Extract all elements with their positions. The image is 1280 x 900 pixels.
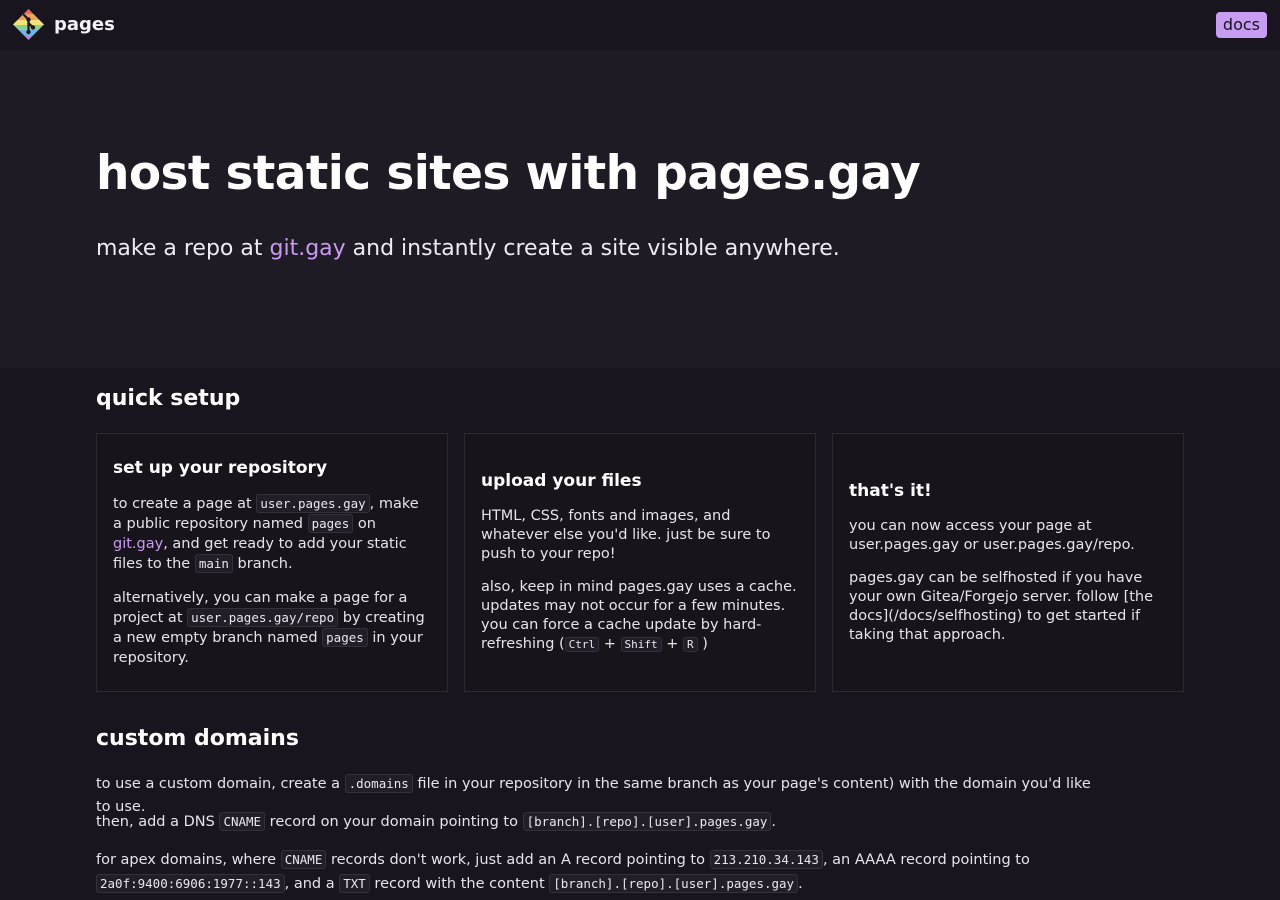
code-snippet: .domains xyxy=(344,774,413,793)
text: record on your domain pointing to xyxy=(265,814,523,830)
text: , and a xyxy=(284,876,340,892)
hero-subtitle-text-end: and instantly create a site visible anyw… xyxy=(345,236,840,261)
card-paragraph: pages.gay can be selfhosted if you have … xyxy=(849,569,1154,643)
code-snippet: CNAME xyxy=(219,812,266,831)
code-snippet: user.pages.gay/repo xyxy=(187,607,339,627)
quick-setup-heading: quick setup xyxy=(96,386,241,411)
code-snippet: user.pages.gay xyxy=(256,493,370,513)
domains-paragraph: then, add a DNS CNAME record on your dom… xyxy=(96,810,1096,834)
code-snippet: 2a0f:9400:6906:1977::143 xyxy=(96,874,285,893)
card-title: upload your files xyxy=(481,471,642,491)
pages-logo-icon xyxy=(12,8,45,41)
keyboard-key: Ctrl xyxy=(564,637,600,652)
code-snippet: [branch].[repo].[user].pages.gay xyxy=(549,874,799,893)
domains-paragraph: for apex domains, where CNAME records do… xyxy=(96,848,1096,896)
card-paragraph: also, keep in mind pages.gay uses a cach… xyxy=(481,578,799,654)
git-gay-link[interactable]: git.gay xyxy=(270,236,346,261)
text: then, add a DNS xyxy=(96,814,220,830)
card-paragraph: to create a page at user.pages.gay, make… xyxy=(113,493,431,574)
text: record with the content xyxy=(369,876,550,892)
hero-title: host static sites with pages.gay xyxy=(96,146,921,201)
top-navbar: pages docs xyxy=(0,0,1280,50)
brand-name: pages xyxy=(54,14,115,35)
hero-subtitle: make a repo at git.gay and instantly cre… xyxy=(96,236,840,261)
setup-repository-card: set up your repository to create a page … xyxy=(96,433,448,692)
text: for apex domains, where xyxy=(96,852,281,868)
upload-files-card: upload your files HTML, CSS, fonts and i… xyxy=(464,433,816,692)
code-snippet: CNAME xyxy=(280,850,327,869)
text: . xyxy=(771,814,777,830)
main-content: quick setup set up your repository to cr… xyxy=(0,368,1280,900)
code-snippet: [branch].[repo].[user].pages.gay xyxy=(522,812,772,831)
text: on xyxy=(353,515,376,532)
text: to create a page at xyxy=(113,495,257,512)
text: + xyxy=(661,636,684,652)
code-snippet: pages xyxy=(322,627,368,647)
text: + xyxy=(599,636,621,652)
text: branch. xyxy=(232,555,293,572)
text: ) xyxy=(697,636,708,652)
code-snippet: 213.210.34.143 xyxy=(709,850,823,869)
card-paragraph: you can now access your page at user.pag… xyxy=(849,517,1135,553)
text: , an AAAA record pointing to xyxy=(822,852,1030,868)
hero-section: host static sites with pages.gay make a … xyxy=(0,50,1280,368)
brand-home-link[interactable]: pages xyxy=(12,8,115,41)
docs-button[interactable]: docs xyxy=(1215,12,1267,38)
code-snippet: main xyxy=(194,553,233,573)
text: to use a custom domain, create a xyxy=(96,776,345,792)
thats-it-card: that's it! you can now access your page … xyxy=(832,433,1184,692)
card-paragraph: alternatively, you can make a page for a… xyxy=(113,588,431,668)
custom-domains-heading: custom domains xyxy=(96,726,299,751)
text: . xyxy=(798,876,803,892)
card-title: set up your repository xyxy=(113,457,328,478)
code-snippet: TXT xyxy=(339,874,370,893)
card-title: that's it! xyxy=(849,480,932,501)
keyboard-key: R xyxy=(683,637,698,652)
code-snippet: pages xyxy=(307,513,354,533)
card-paragraph: HTML, CSS, fonts and images, and whateve… xyxy=(481,508,771,562)
keyboard-key: Shift xyxy=(620,637,662,652)
git-gay-link[interactable]: git.gay xyxy=(113,536,163,552)
text: records don't work, just add an A record… xyxy=(326,852,710,868)
hero-subtitle-text: make a repo at xyxy=(96,236,270,261)
